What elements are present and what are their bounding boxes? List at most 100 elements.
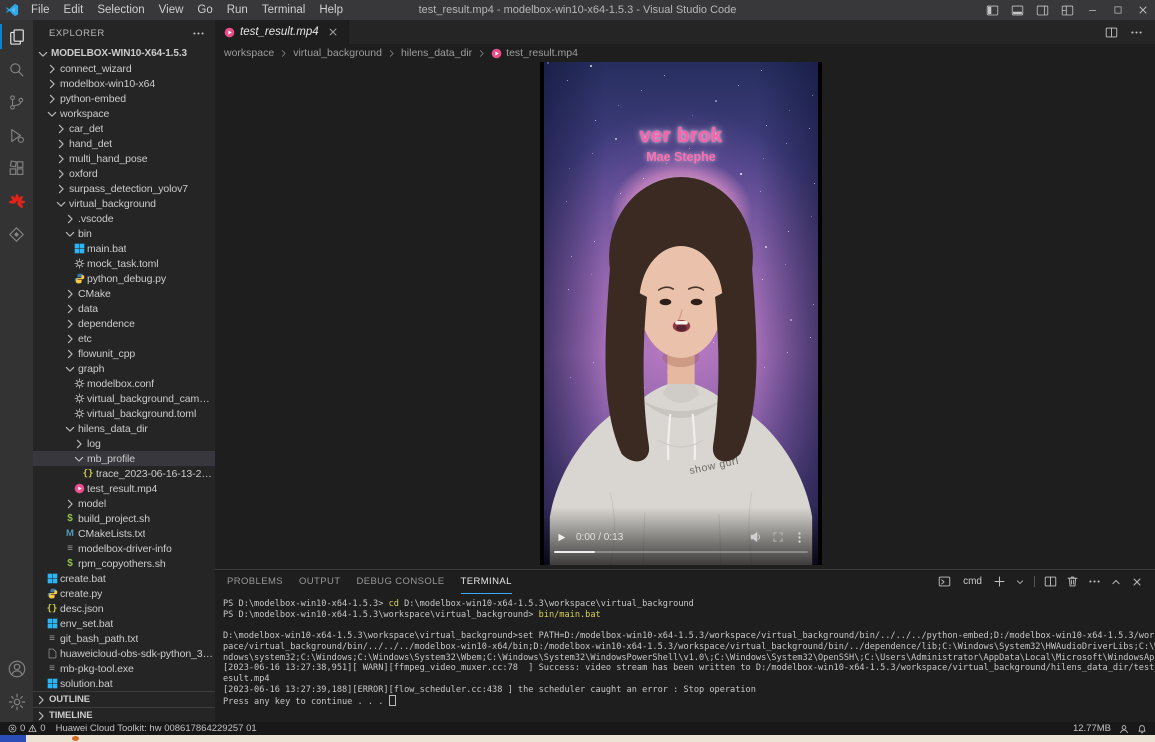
menu-view[interactable]: View: [152, 4, 191, 16]
activity-settings-icon[interactable]: [0, 685, 33, 718]
tree-item-test-result-mp4[interactable]: test_result.mp4: [33, 481, 215, 496]
tree-item-create-py[interactable]: create.py: [33, 586, 215, 601]
tab-test-result-mp4[interactable]: test_result.mp4: [215, 20, 349, 44]
toggle-sidebar-icon[interactable]: [980, 0, 1005, 20]
tree-item-oxford[interactable]: oxford: [33, 166, 215, 181]
activity-huawei-toolkit-icon[interactable]: [0, 185, 33, 218]
activity-huawei-suite-icon[interactable]: [0, 218, 33, 251]
activity-search-icon[interactable]: [0, 53, 33, 86]
tree-item-modelbox-conf[interactable]: modelbox.conf: [33, 376, 215, 391]
tree-item-modelbox-win10-x64[interactable]: modelbox-win10-x64: [33, 76, 215, 91]
menu-terminal[interactable]: Terminal: [255, 4, 312, 16]
panel-tab-terminal[interactable]: TERMINAL: [461, 570, 512, 594]
tab-close-icon[interactable]: [327, 26, 339, 38]
close-panel-icon[interactable]: [1131, 576, 1143, 588]
tree-item-virtual-background-camera-toml[interactable]: virtual_background_camera.toml: [33, 391, 215, 406]
activity-extensions-icon[interactable]: [0, 152, 33, 185]
tree-item-virtual-background-toml[interactable]: virtual_background.toml: [33, 406, 215, 421]
memory-usage[interactable]: 12.77MB: [1073, 723, 1111, 734]
tree-item--vscode[interactable]: .vscode: [33, 211, 215, 226]
tree-item-car-det[interactable]: car_det: [33, 121, 215, 136]
tree-item-model[interactable]: model: [33, 496, 215, 511]
tree-item-flowunit-cpp[interactable]: flowunit_cpp: [33, 346, 215, 361]
tree-item-cmake[interactable]: CMake: [33, 286, 215, 301]
tree-item-mb-profile[interactable]: mb_profile: [33, 451, 215, 466]
menu-edit[interactable]: Edit: [57, 4, 91, 16]
terminal[interactable]: PS D:\modelbox-win10-x64-1.5.3> cd D:\mo…: [215, 593, 1155, 722]
tree-item-python-debug-py[interactable]: python_debug.py: [33, 271, 215, 286]
tree-root-folder[interactable]: MODELBOX-WIN10-X64-1.5.3: [33, 46, 215, 61]
maximize-button[interactable]: [1105, 0, 1130, 20]
customize-layout-icon[interactable]: [1055, 0, 1080, 20]
section-timeline[interactable]: TIMELINE: [33, 707, 215, 722]
editor-more-actions-icon[interactable]: [1130, 26, 1143, 39]
volume-button[interactable]: [749, 530, 763, 544]
tree-item-main-bat[interactable]: main.bat: [33, 241, 215, 256]
tree-item-workspace[interactable]: workspace: [33, 106, 215, 121]
explorer-more-actions-button[interactable]: [192, 27, 205, 40]
notifications-bell-icon[interactable]: [1137, 724, 1147, 734]
toggle-panel-icon[interactable]: [1005, 0, 1030, 20]
tree-item-mock-task-toml[interactable]: mock_task.toml: [33, 256, 215, 271]
menu-run[interactable]: Run: [220, 4, 255, 16]
breadcrumb-item-hilens-data-dir[interactable]: hilens_data_dir: [401, 47, 472, 59]
play-button[interactable]: [556, 532, 567, 543]
video-progress-bar[interactable]: [554, 551, 808, 554]
minimize-button[interactable]: [1080, 0, 1105, 20]
tree-item-bin[interactable]: bin: [33, 226, 215, 241]
tree-item-create-bat[interactable]: create.bat: [33, 571, 215, 586]
breadcrumb-item-virtual-background[interactable]: virtual_background: [293, 47, 382, 59]
tree-item-solution-bat[interactable]: solution.bat: [33, 676, 215, 691]
tree-item-python-embed[interactable]: python-embed: [33, 91, 215, 106]
activity-explorer-icon[interactable]: [0, 20, 33, 53]
terminal-dropdown-icon[interactable]: [1015, 577, 1025, 587]
tree-item-trace-2023-06-16-13-27-39-json[interactable]: {}trace_2023-06-16-13-27-39.json: [33, 466, 215, 481]
tree-item-log[interactable]: log: [33, 436, 215, 451]
tree-item-cmakelists-txt[interactable]: MCMakeLists.txt: [33, 526, 215, 541]
problems-status[interactable]: 0 0: [8, 723, 46, 734]
tree-item-rpm-copyothers-sh[interactable]: $rpm_copyothers.sh: [33, 556, 215, 571]
tree-item-desc-json[interactable]: {}desc.json: [33, 601, 215, 616]
tree-item-etc[interactable]: etc: [33, 331, 215, 346]
tree-item-build-project-sh[interactable]: $build_project.sh: [33, 511, 215, 526]
split-editor-icon[interactable]: [1105, 26, 1118, 39]
tree-item-env-set-bat[interactable]: env_set.bat: [33, 616, 215, 631]
tree-item-surpass-detection-yolov7[interactable]: surpass_detection_yolov7: [33, 181, 215, 196]
panel-more-actions-icon[interactable]: [1088, 575, 1101, 588]
tree-item-huaweicloud-obs-sdk-python-3-22-2-[interactable]: huaweicloud-obs-sdk-python_3.22.2...: [33, 646, 215, 661]
huawei-toolkit-status[interactable]: Huawei Cloud Toolkit: hw 008617864229257…: [56, 723, 257, 734]
tree-item-modelbox-driver-info[interactable]: ≡modelbox-driver-info: [33, 541, 215, 556]
tree-item-connect-wizard[interactable]: connect_wizard: [33, 61, 215, 76]
menu-go[interactable]: Go: [190, 4, 219, 16]
tree-item-dependence[interactable]: dependence: [33, 316, 215, 331]
tree-item-hand-det[interactable]: hand_det: [33, 136, 215, 151]
section-outline[interactable]: OUTLINE: [33, 691, 215, 707]
panel-tab-output[interactable]: OUTPUT: [299, 570, 340, 593]
toggle-secondary-sidebar-icon[interactable]: [1030, 0, 1055, 20]
maximize-panel-icon[interactable]: [1110, 576, 1122, 588]
split-terminal-icon[interactable]: [1044, 575, 1057, 588]
menu-help[interactable]: Help: [312, 4, 350, 16]
tree-item-multi-hand-pose[interactable]: multi_hand_pose: [33, 151, 215, 166]
tree-item-data[interactable]: data: [33, 301, 215, 316]
feedback-icon[interactable]: [1119, 724, 1129, 734]
panel-tab-problems[interactable]: PROBLEMS: [227, 570, 283, 593]
tree-item-graph[interactable]: graph: [33, 361, 215, 376]
activity-run-debug-icon[interactable]: [0, 119, 33, 152]
fullscreen-button[interactable]: [772, 531, 784, 543]
menu-selection[interactable]: Selection: [90, 4, 151, 16]
activity-account-icon[interactable]: [0, 652, 33, 685]
breadcrumb-item-workspace[interactable]: workspace: [224, 47, 274, 59]
breadcrumb-item-test-result-mp4[interactable]: test_result.mp4: [491, 47, 578, 59]
tree-item-mb-pkg-tool-exe[interactable]: ≡mb-pkg-tool.exe: [33, 661, 215, 676]
video-more-options-button[interactable]: [793, 531, 806, 544]
tree-item-hilens-data-dir[interactable]: hilens_data_dir: [33, 421, 215, 436]
new-terminal-icon[interactable]: [993, 575, 1006, 588]
tree-item-virtual-background[interactable]: virtual_background: [33, 196, 215, 211]
menu-file[interactable]: File: [24, 4, 57, 16]
panel-tab-debug-console[interactable]: DEBUG CONSOLE: [356, 570, 444, 593]
kill-terminal-icon[interactable]: [1066, 575, 1079, 588]
activity-source-control-icon[interactable]: [0, 86, 33, 119]
tree-item-git-bash-path-txt[interactable]: ≡git_bash_path.txt: [33, 631, 215, 646]
close-window-button[interactable]: [1130, 0, 1155, 20]
